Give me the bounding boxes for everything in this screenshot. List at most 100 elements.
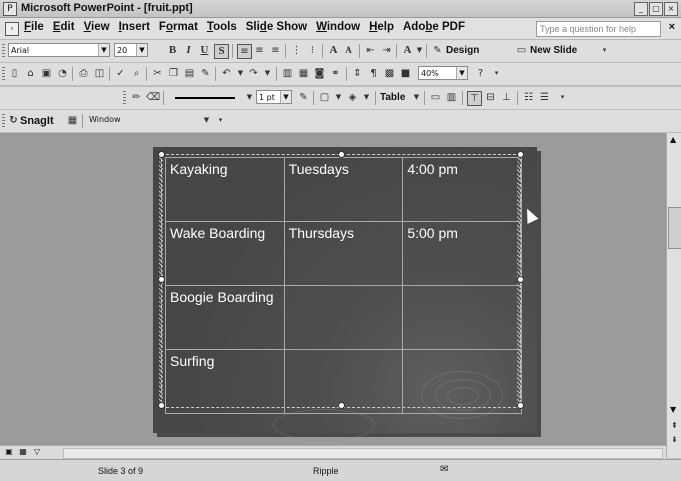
- close-button[interactable]: ×: [664, 2, 678, 16]
- chevron-down-icon[interactable]: ▼: [136, 44, 147, 56]
- copy-icon[interactable]: ❐: [167, 67, 180, 80]
- numbering-icon[interactable]: ⋮: [290, 44, 303, 57]
- align-right-icon[interactable]: ≡: [269, 44, 282, 57]
- help-search-input[interactable]: Type a question for help: [536, 21, 661, 37]
- fill-color-icon[interactable]: ◈: [346, 91, 359, 104]
- toolbar-options-icon[interactable]: ▾: [598, 44, 611, 57]
- normal-view-icon[interactable]: ▣: [4, 447, 14, 457]
- resize-handle[interactable]: [517, 402, 524, 409]
- slide-canvas[interactable]: Kayaking Tuesdays 4:00 pm Wake Boarding Thur…: [153, 147, 537, 441]
- next-slide-icon[interactable]: ⇟: [671, 435, 678, 444]
- increase-indent-icon[interactable]: ⇥: [380, 44, 393, 57]
- border-color-icon[interactable]: ✎: [297, 91, 310, 104]
- distribute-columns-icon[interactable]: ☰: [538, 91, 551, 104]
- previous-slide-icon[interactable]: ⇞: [671, 421, 678, 430]
- spelling-status-icon[interactable]: ✉: [440, 464, 448, 475]
- border-style-line-icon[interactable]: [175, 97, 235, 99]
- resize-handle[interactable]: [338, 402, 345, 409]
- table-menu-button[interactable]: Table: [380, 92, 405, 103]
- align-center-icon[interactable]: ≡: [253, 44, 266, 57]
- chevron-down-icon[interactable]: ▼: [280, 91, 291, 103]
- permission-icon[interactable]: ◔: [56, 67, 69, 80]
- toolbar-options-icon[interactable]: ▾: [214, 114, 227, 127]
- cut-icon[interactable]: ✂: [151, 67, 164, 80]
- menu-tools[interactable]: Tools: [207, 21, 237, 33]
- undo-icon[interactable]: ↶: [220, 67, 233, 80]
- table-cell[interactable]: Thursdays: [283, 221, 404, 286]
- spelling-icon[interactable]: ✓: [114, 67, 127, 80]
- show-formatting-icon[interactable]: ¶: [367, 67, 380, 80]
- research-icon[interactable]: ⌕: [130, 67, 143, 80]
- horizontal-scrollbar[interactable]: [63, 448, 663, 459]
- menu-insert[interactable]: Insert: [119, 21, 150, 33]
- snagit-button[interactable]: SnagIt: [20, 115, 54, 127]
- chevron-down-icon[interactable]: ▼: [243, 91, 256, 104]
- resize-handle[interactable]: [158, 151, 165, 158]
- open-folder-icon[interactable]: ⌂: [24, 67, 37, 80]
- menu-help[interactable]: Help: [369, 21, 394, 33]
- format-painter-icon[interactable]: ✎: [199, 67, 212, 80]
- toolbar-grip[interactable]: [2, 67, 5, 81]
- chevron-down-icon[interactable]: ▼: [261, 67, 274, 80]
- new-document-icon[interactable]: ▯: [8, 67, 21, 80]
- bold-button[interactable]: B: [166, 44, 179, 57]
- print-icon[interactable]: ⎙: [77, 67, 90, 80]
- capture-mode-select[interactable]: Window: [87, 113, 215, 127]
- help-icon[interactable]: ?: [474, 67, 487, 80]
- menu-slide-show[interactable]: Slide Show: [246, 21, 307, 33]
- table-cell[interactable]: 5:00 pm: [402, 221, 522, 286]
- font-name-select[interactable]: Arial ▼: [8, 43, 110, 57]
- eraser-icon[interactable]: ⌫: [146, 91, 160, 104]
- insert-chart-icon[interactable]: ▥: [281, 67, 294, 80]
- chevron-down-icon[interactable]: ▼: [98, 44, 109, 56]
- menu-file[interactable]: File: [24, 21, 44, 33]
- resize-handle[interactable]: [158, 402, 165, 409]
- chevron-down-icon[interactable]: ▼: [410, 91, 423, 104]
- italic-button[interactable]: I: [182, 44, 195, 57]
- bullets-icon[interactable]: ⁝: [306, 44, 319, 57]
- menu-adobe-pdf[interactable]: Adobe PDF: [403, 21, 465, 33]
- paste-icon[interactable]: ▤: [183, 67, 196, 80]
- table-cell[interactable]: [402, 285, 522, 350]
- table-cell[interactable]: Wake Boarding: [165, 221, 285, 286]
- align-left-icon[interactable]: ≡: [237, 44, 252, 59]
- table-cell[interactable]: [283, 285, 404, 350]
- slide-pane[interactable]: Kayaking Tuesdays 4:00 pm Wake Boarding Thur…: [0, 133, 666, 445]
- decrease-indent-icon[interactable]: ⇤: [364, 44, 377, 57]
- table-cell[interactable]: [402, 349, 522, 414]
- table-cell[interactable]: Surfing: [165, 349, 285, 414]
- table-cell[interactable]: Tuesdays: [283, 157, 404, 222]
- maximize-button[interactable]: □: [649, 2, 663, 16]
- toolbar-grip[interactable]: [2, 114, 5, 128]
- underline-button[interactable]: U: [198, 44, 211, 57]
- tables-borders-icon[interactable]: ◙: [313, 67, 326, 80]
- menu-window[interactable]: Window: [316, 21, 360, 33]
- font-size-select[interactable]: 20 ▼: [114, 43, 148, 57]
- chevron-down-icon[interactable]: ▼: [360, 91, 373, 104]
- toolbar-options-icon[interactable]: ▾: [556, 91, 569, 104]
- distribute-rows-icon[interactable]: ☷: [522, 91, 535, 104]
- color-grayscale-icon[interactable]: ■: [399, 67, 412, 80]
- toolbar-grip[interactable]: [2, 44, 5, 58]
- shadow-button[interactable]: S: [214, 44, 229, 59]
- new-slide-icon[interactable]: ▭: [515, 44, 528, 57]
- snagit-capture-icon[interactable]: ▦: [66, 114, 79, 127]
- slide-show-view-icon[interactable]: ▽: [32, 447, 42, 457]
- toolbar-grip[interactable]: [123, 91, 126, 105]
- insert-hyperlink-icon[interactable]: ⚭: [329, 67, 342, 80]
- scroll-up-icon[interactable]: ▲: [670, 135, 676, 144]
- schedule-table[interactable]: Kayaking Tuesdays 4:00 pm Wake Boarding Thur…: [165, 157, 522, 414]
- design-button[interactable]: Design: [446, 45, 479, 56]
- toolbar-options-icon[interactable]: ▾: [490, 67, 503, 80]
- center-vertically-icon[interactable]: ⊟: [484, 91, 497, 104]
- increase-font-icon[interactable]: A: [327, 44, 340, 57]
- menu-format[interactable]: Format: [159, 21, 198, 33]
- resize-handle[interactable]: [517, 276, 524, 283]
- vertical-scrollbar[interactable]: ▲ ▼ ⇞ ⇟: [666, 133, 681, 458]
- merge-cells-icon[interactable]: ▭: [429, 91, 442, 104]
- split-cell-icon[interactable]: ▥: [445, 91, 458, 104]
- outside-borders-icon[interactable]: ▢: [318, 91, 331, 104]
- menu-view[interactable]: View: [84, 21, 110, 33]
- table-cell[interactable]: 4:00 pm: [402, 157, 522, 222]
- slide-sorter-view-icon[interactable]: ▦: [18, 447, 28, 457]
